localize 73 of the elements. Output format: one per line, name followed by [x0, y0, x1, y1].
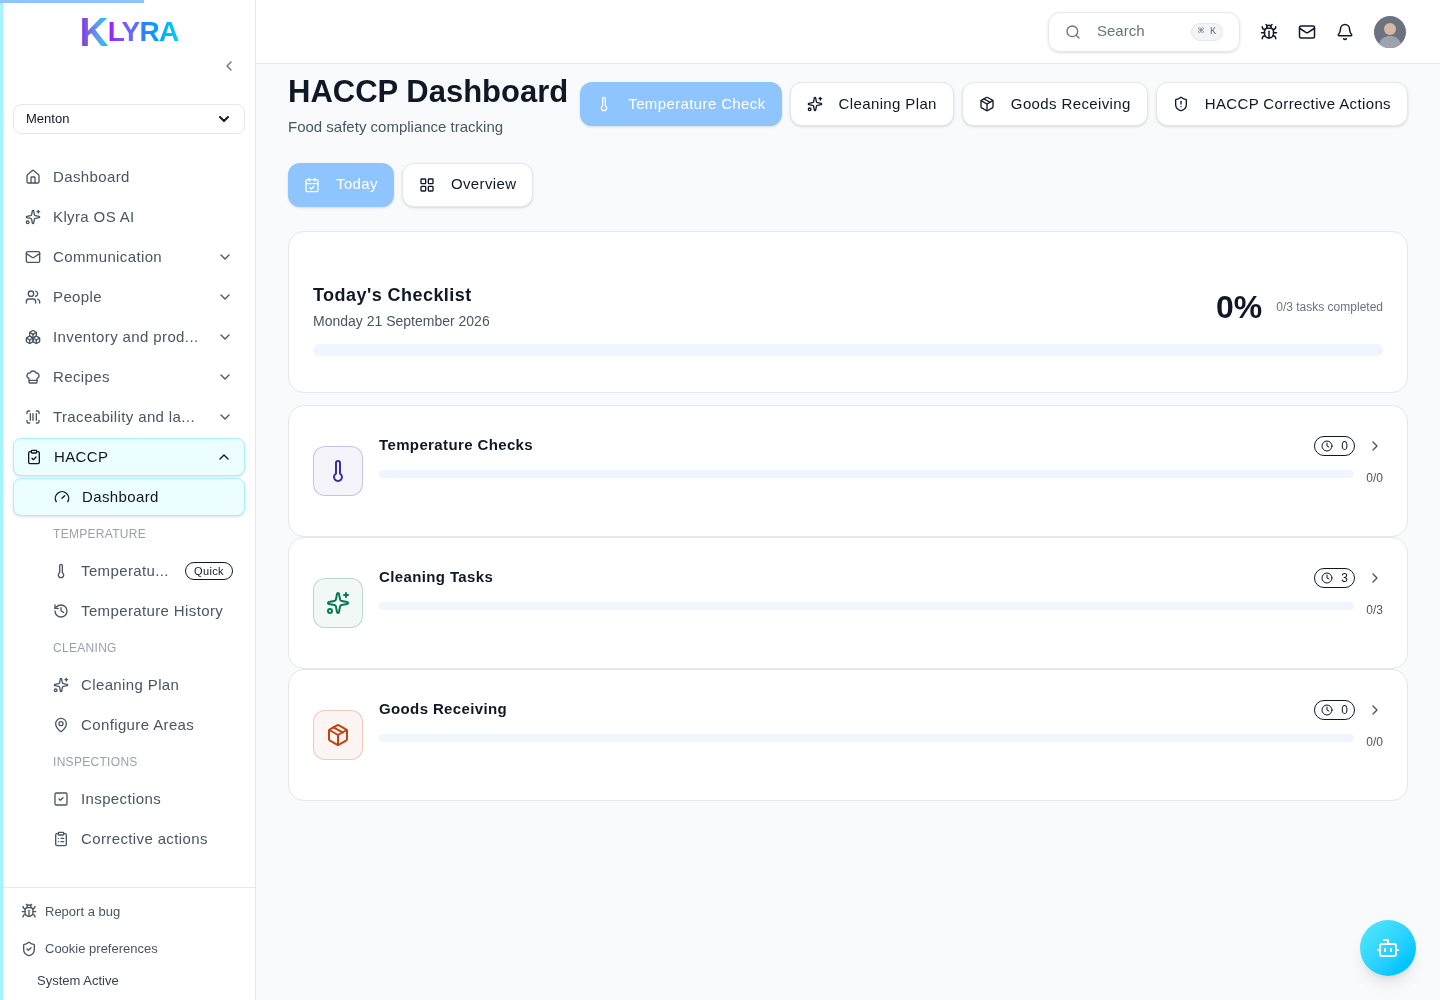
- bug-icon[interactable]: [1260, 22, 1278, 41]
- search-field[interactable]: Search ⌘ K: [1048, 11, 1240, 52]
- category-card[interactable]: Goods Receiving 0 0/0: [288, 668, 1408, 801]
- category-card[interactable]: Temperature Checks 0 0/0: [288, 404, 1408, 537]
- shortcut-hint: ⌘ K: [1190, 22, 1223, 41]
- gauge-icon: [54, 489, 70, 505]
- clipboard-list-icon: [53, 831, 69, 847]
- clock-icon: [1321, 439, 1334, 452]
- checklist-title: Today's Checklist: [313, 283, 473, 307]
- nav-item[interactable]: People: [13, 278, 245, 316]
- sparkles-icon: [806, 96, 823, 112]
- action-button[interactable]: Cleaning Plan: [789, 82, 954, 126]
- package-icon: [978, 96, 995, 112]
- category-card[interactable]: Cleaning Tasks 3 0/3: [288, 536, 1408, 669]
- shield-alert-icon: [1172, 96, 1189, 112]
- sparkles-icon: [25, 209, 41, 225]
- clipboard-check-icon: [26, 449, 42, 465]
- clock-icon: [1321, 703, 1334, 716]
- checkbox-icon: [53, 791, 69, 807]
- nav-item[interactable]: Traceability and la...: [13, 398, 245, 436]
- nav-item[interactable]: Klyra OS AI: [13, 198, 245, 236]
- nav-subitem[interactable]: Corrective actions: [13, 820, 245, 858]
- section-heading: TEMPERATURE: [52, 526, 148, 543]
- shield-check-icon: [21, 940, 37, 957]
- history-icon: [53, 603, 69, 619]
- nav-item[interactable]: Dashboard: [13, 158, 245, 196]
- map-pin-icon: [53, 717, 69, 733]
- clock-icon: [1321, 571, 1334, 584]
- nav-item[interactable]: Inventory and prod...: [13, 318, 245, 356]
- search-icon: [1065, 23, 1081, 40]
- home-icon: [25, 169, 41, 185]
- section-heading: CLEANING: [52, 640, 118, 657]
- nav-subitem[interactable]: Dashboard: [13, 478, 245, 516]
- mail-icon: [25, 249, 41, 265]
- sparkles-icon: [53, 677, 69, 693]
- boxes-icon: [25, 329, 41, 345]
- mail-icon[interactable]: [1298, 22, 1316, 41]
- nav-subitem[interactable]: Temperatu... Quick: [13, 552, 245, 590]
- task-count: 0/0: [1366, 469, 1383, 487]
- checklist-date: Monday 21 September 2026: [313, 311, 490, 331]
- nav-subitem[interactable]: Configure Areas: [13, 706, 245, 744]
- completion-percent: 0%: [1216, 287, 1263, 327]
- nav-subitem[interactable]: Cleaning Plan: [13, 666, 245, 704]
- view-tab[interactable]: Overview: [401, 162, 534, 207]
- category-name: Goods Receiving: [379, 699, 509, 720]
- category-name: Temperature Checks: [379, 435, 535, 456]
- system-status: System Active: [36, 971, 120, 990]
- users-icon: [25, 289, 41, 305]
- barcode-icon: [25, 409, 41, 425]
- footer-link[interactable]: Cookie preferences: [21, 939, 237, 959]
- page-title: HACCP Dashboard: [288, 74, 569, 110]
- completion-caption: 0/3 tasks completed: [1276, 298, 1383, 316]
- calendar-icon: [304, 176, 320, 193]
- section-heading: INSPECTIONS: [52, 754, 139, 771]
- avatar[interactable]: [1374, 15, 1406, 48]
- bug-icon: [21, 903, 37, 920]
- nav-item[interactable]: Recipes: [13, 358, 245, 396]
- category-name: Cleaning Tasks: [379, 567, 495, 588]
- task-count: 0/3: [1366, 601, 1383, 619]
- task-count: 0/0: [1366, 733, 1383, 751]
- action-button[interactable]: Goods Receiving: [961, 82, 1148, 126]
- nav-item[interactable]: Communication: [13, 238, 245, 276]
- footer-link[interactable]: Report a bug: [21, 901, 237, 921]
- grid-icon: [418, 176, 435, 193]
- page-subtitle: Food safety compliance tracking: [288, 117, 505, 137]
- nav-subitem[interactable]: Temperature History: [13, 592, 245, 630]
- nav-subitem[interactable]: Inspections: [13, 780, 245, 818]
- chef-hat-icon: [25, 369, 41, 385]
- robot-icon: [1376, 936, 1400, 960]
- bell-icon[interactable]: [1336, 22, 1354, 41]
- action-button[interactable]: HACCP Corrective Actions: [1155, 82, 1408, 126]
- location-select[interactable]: Menton: [13, 104, 245, 134]
- nav-item[interactable]: HACCP: [13, 438, 245, 476]
